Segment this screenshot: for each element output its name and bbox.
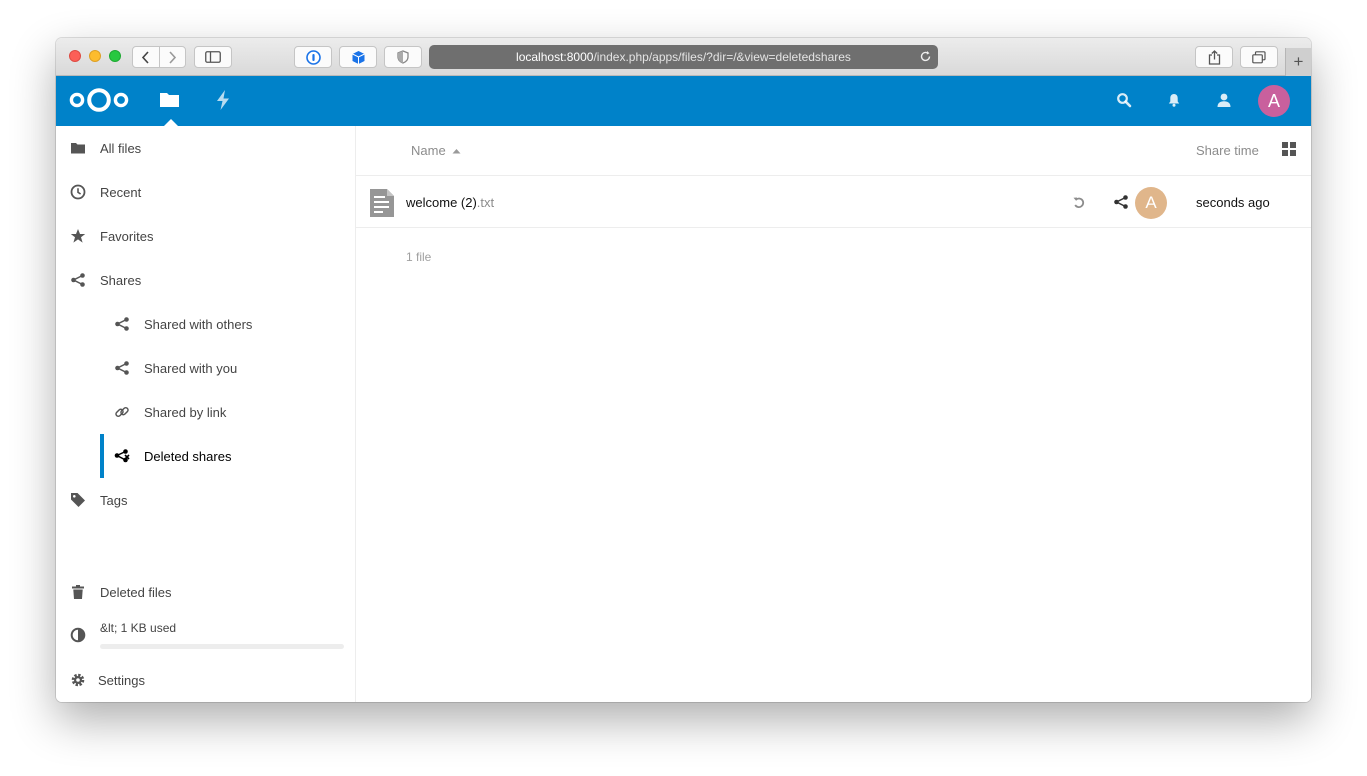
sidebar-item-label: Tags: [100, 492, 128, 508]
file-extension: .txt: [476, 195, 495, 210]
close-window-button[interactable]: [69, 50, 81, 62]
sidebar-item-label: Favorites: [100, 228, 154, 244]
browser-toolbar: localhost:8000/index.php/apps/files/?dir…: [56, 38, 1311, 76]
sidebar-item-shared-by-link[interactable]: Shared by link: [56, 390, 356, 434]
tab-overview-button[interactable]: [1240, 46, 1278, 68]
share-icon: [115, 361, 129, 375]
browser-window: localhost:8000/index.php/apps/files/?dir…: [56, 38, 1311, 702]
folder-icon: [160, 93, 179, 107]
sidebar-item-label: Deleted shares: [144, 448, 232, 464]
share-page-button[interactable]: [1195, 46, 1233, 68]
folder-icon: [71, 143, 85, 154]
sidebar-item-deleted-files[interactable]: Deleted files: [56, 570, 356, 614]
app-header: A: [56, 76, 1311, 126]
clock-icon: [70, 184, 86, 200]
sidebar-item-shared-with-others[interactable]: Shared with others: [56, 302, 356, 346]
sidebar-item-label: Settings: [98, 672, 145, 688]
box-extension-button[interactable]: [339, 46, 377, 68]
shield-icon: [397, 50, 409, 64]
sidebar-item-label: Shares: [100, 272, 142, 288]
new-tab-button[interactable]: +: [1285, 48, 1311, 76]
quota-pie-icon: [70, 627, 86, 643]
file-row[interactable]: welcome (2).txt A seconds ago: [356, 177, 1311, 228]
sidebar-item-all-files[interactable]: All files: [56, 126, 356, 170]
contacts-button[interactable]: [1215, 92, 1233, 113]
user-menu-avatar[interactable]: A: [1258, 85, 1290, 117]
restore-share-button[interactable]: [1072, 196, 1086, 215]
share-upload-icon: [1208, 49, 1220, 65]
share-icon: [71, 273, 85, 287]
quota-progress-bar: [100, 644, 344, 649]
file-list-summary: 1 file: [406, 250, 432, 264]
sidebar-item-label: All files: [100, 140, 142, 156]
sidebar-item-shares[interactable]: Shares: [56, 258, 356, 302]
link-icon: [115, 406, 129, 418]
sidebar-item-label: Shared with you: [144, 360, 238, 376]
sidebar-item-settings[interactable]: Settings: [56, 658, 356, 702]
text-file-icon: [370, 189, 394, 217]
tag-icon: [71, 493, 85, 507]
column-name-label: Name: [411, 143, 446, 158]
bell-icon: [1168, 94, 1180, 107]
file-list-container: Name Share time welcome (2).txt A second…: [356, 126, 1311, 702]
privacy-extension-button[interactable]: [384, 46, 422, 68]
back-button[interactable]: [133, 47, 159, 67]
sidebar-item-favorites[interactable]: Favorites: [56, 214, 356, 258]
share-icon: [115, 317, 129, 331]
reload-button[interactable]: [919, 50, 932, 66]
files-app-button[interactable]: [159, 89, 181, 126]
nextcloud-logo-icon: [69, 88, 129, 112]
share-owner-avatar[interactable]: A: [1135, 187, 1167, 219]
star-icon: [70, 229, 86, 243]
notifications-button[interactable]: [1166, 92, 1182, 113]
nextcloud-logo[interactable]: [68, 86, 130, 119]
share-icon: [1114, 195, 1128, 209]
sort-ascending-icon: [452, 148, 461, 153]
file-name[interactable]: welcome (2).txt: [406, 195, 494, 210]
zoom-window-button[interactable]: [109, 50, 121, 62]
sidebar-item-shared-with-you[interactable]: Shared with you: [56, 346, 356, 390]
lightning-icon: [217, 90, 229, 110]
address-bar[interactable]: localhost:8000/index.php/apps/files/?dir…: [429, 45, 938, 69]
search-icon: [1117, 93, 1132, 108]
url-host: localhost:8000: [516, 50, 594, 64]
app-navigation: All files Recent Favorites Shares Shared…: [56, 126, 356, 702]
chevron-left-icon: [142, 50, 149, 64]
sidebar-item-label: Shared with others: [144, 316, 253, 332]
sort-by-name[interactable]: Name: [411, 143, 461, 158]
share-time: seconds ago: [1196, 195, 1270, 210]
sidebar-toggle-icon: [205, 51, 221, 63]
sidebar-item-tags[interactable]: Tags: [56, 478, 356, 522]
reload-icon: [920, 51, 931, 62]
minimize-window-button[interactable]: [89, 50, 101, 62]
file-basename: welcome (2): [406, 195, 477, 210]
restore-icon: [1073, 197, 1085, 208]
sidebar-item-deleted-shares[interactable]: Deleted shares: [56, 434, 356, 478]
trash-icon: [72, 585, 84, 599]
sidebar-item-label: Shared by link: [144, 404, 227, 420]
url-path: /index.php/apps/files/?dir=/&view=delete…: [593, 50, 851, 64]
tabs-icon: [1252, 50, 1266, 63]
sidebar-toggle-button[interactable]: [194, 46, 232, 68]
password-manager-icon: [305, 49, 321, 65]
share-file-button[interactable]: [1113, 194, 1129, 215]
cube-icon: [351, 50, 365, 64]
chevron-right-icon: [169, 50, 176, 64]
sidebar-item-recent[interactable]: Recent: [56, 170, 356, 214]
contacts-icon: [1217, 93, 1231, 107]
forward-button[interactable]: [158, 47, 186, 67]
sidebar-item-label: Deleted files: [100, 584, 172, 600]
quota-text: &lt; 1 KB used: [100, 621, 177, 635]
sort-by-share-time[interactable]: Share time: [1196, 143, 1259, 158]
sidebar-item-label: Recent: [100, 184, 142, 200]
file-list-header: Name Share time: [356, 126, 1311, 176]
gear-icon: [71, 673, 85, 687]
history-navigation: [132, 46, 186, 68]
activity-app-button[interactable]: [214, 89, 232, 116]
grid-icon: [1282, 142, 1296, 156]
deleted-share-icon: [114, 449, 130, 463]
password-manager-extension-button[interactable]: [294, 46, 332, 68]
grid-view-toggle[interactable]: [1281, 141, 1297, 162]
search-button[interactable]: [1116, 92, 1132, 113]
